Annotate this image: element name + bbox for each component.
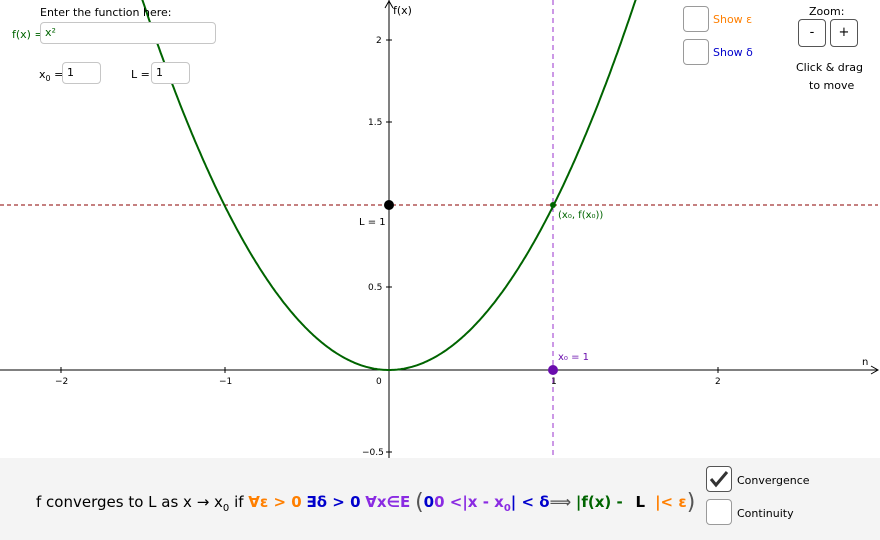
x0-label: x0 =: [39, 68, 63, 83]
x0-input[interactable]: 1: [62, 62, 101, 84]
drag-hint-line2: to move: [809, 79, 855, 92]
y-tick-label: 0.5: [368, 283, 382, 293]
show-epsilon-checkbox[interactable]: [683, 6, 709, 32]
show-delta-checkbox[interactable]: [683, 39, 709, 65]
y-tick-label: 1.5: [368, 118, 382, 128]
exists-delta: ∃δ > 0: [306, 493, 361, 511]
condition-sub: 0: [503, 503, 511, 514]
close-paren: ): [686, 490, 696, 515]
function-input[interactable]: x²: [40, 22, 216, 44]
convergence-statement: f converges to L as x → x 0 if ∀ε > 0 ∃δ …: [36, 490, 695, 515]
convergence-label: Convergence: [737, 474, 810, 487]
condition-delta: | < δ: [510, 493, 550, 511]
limit-point[interactable]: [384, 200, 394, 210]
y-axis-label: f(x): [393, 4, 412, 17]
fx-expression: |f(x) -: [575, 493, 623, 511]
x-tick-label: −1: [219, 377, 232, 387]
convergence-checkbox[interactable]: [706, 466, 732, 492]
x-axis-label: n: [862, 357, 868, 368]
x-tick-label: 0: [376, 377, 382, 387]
show-epsilon-label: Show ε: [713, 13, 753, 26]
function-prompt: Enter the function here:: [40, 6, 172, 19]
check-icon: [709, 471, 729, 488]
function-point: [550, 202, 556, 208]
zoom-title: Zoom:: [809, 5, 845, 18]
zoom-out-button[interactable]: -: [798, 19, 826, 47]
x0-point[interactable]: [548, 365, 558, 375]
drag-hint-line1: Click & drag: [796, 61, 864, 74]
lt-epsilon: |< ε: [655, 493, 687, 511]
statement-if: if: [229, 493, 244, 511]
L-label: L =: [131, 68, 150, 81]
condition: 00 <|x - x0| < δ: [423, 493, 550, 514]
zoom-in-button[interactable]: +: [830, 19, 858, 47]
function-point-label: (x₀, f(x₀)): [558, 210, 603, 221]
x-tick-label: 2: [715, 377, 721, 387]
open-paren: (: [415, 490, 424, 515]
forall-x: ∀x∈E: [365, 493, 411, 511]
L-input[interactable]: 1: [151, 62, 190, 84]
show-delta-label: Show δ: [713, 46, 753, 59]
continuity-checkbox[interactable]: [706, 499, 732, 525]
y-tick-label: 2: [376, 36, 382, 46]
condition-text: 0 <|x - x: [434, 493, 504, 511]
x-tick-label: 1: [551, 377, 557, 387]
implies-arrow: ⟹: [549, 493, 572, 511]
function-label: f(x) =: [12, 28, 44, 41]
continuity-label: Continuity: [737, 507, 794, 520]
L-symbol: L: [635, 493, 646, 511]
limit-point-label: L = 1: [359, 217, 386, 228]
y-tick-label: −0.5: [362, 448, 384, 458]
forall-epsilon: ∀ε > 0: [248, 493, 302, 511]
statement-prefix: f converges to L as x → x: [36, 493, 223, 511]
x-tick-label: −2: [55, 377, 68, 387]
condition-zero: 0: [423, 493, 435, 511]
x0-point-label: x₀ = 1: [558, 352, 589, 363]
